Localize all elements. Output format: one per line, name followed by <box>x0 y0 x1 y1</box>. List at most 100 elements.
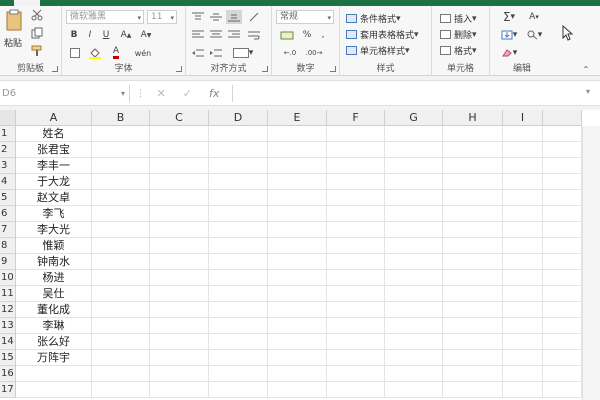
cell-f3[interactable] <box>327 158 385 174</box>
cell-h6[interactable] <box>443 206 503 222</box>
cell-i4[interactable] <box>503 174 543 190</box>
column-header-c[interactable]: C <box>150 110 209 126</box>
cell-a6[interactable]: 李飞 <box>16 206 92 222</box>
cell-c7[interactable] <box>150 222 209 238</box>
cell-d1[interactable] <box>209 126 268 142</box>
cell-d10[interactable] <box>209 270 268 286</box>
cell-g4[interactable] <box>385 174 443 190</box>
cell-e14[interactable] <box>268 334 327 350</box>
cell-i10[interactable] <box>503 270 543 286</box>
cell-h13[interactable] <box>443 318 503 334</box>
cell-i1[interactable] <box>503 126 543 142</box>
cancel-icon[interactable]: ✕ <box>157 87 166 100</box>
cell-g2[interactable] <box>385 142 443 158</box>
cell-f9[interactable] <box>327 254 385 270</box>
decrease-indent-icon[interactable] <box>190 46 206 60</box>
sort-filter-icon[interactable]: A ▾ <box>522 10 546 24</box>
cell-d15[interactable] <box>209 350 268 366</box>
cell-f8[interactable] <box>327 238 385 254</box>
cell-b2[interactable] <box>92 142 150 158</box>
cell-e3[interactable] <box>268 158 327 174</box>
row-header[interactable]: 15 <box>0 350 16 366</box>
number-launcher-icon[interactable] <box>330 66 336 72</box>
cell-h17[interactable] <box>443 382 503 398</box>
cell-h2[interactable] <box>443 142 503 158</box>
cell-d3[interactable] <box>209 158 268 174</box>
row-header[interactable]: 6 <box>0 206 16 222</box>
cell-i7[interactable] <box>503 222 543 238</box>
cell-g1[interactable] <box>385 126 443 142</box>
cell-a2[interactable]: 张君宝 <box>16 142 92 158</box>
delete-button[interactable]: 删除 ▾ <box>440 28 477 41</box>
format-button[interactable]: 格式 ▾ <box>440 44 477 57</box>
cell-i12[interactable] <box>503 302 543 318</box>
wrap-text-icon[interactable] <box>246 28 262 42</box>
cell-i15[interactable] <box>503 350 543 366</box>
cell-b5[interactable] <box>92 190 150 206</box>
row-header[interactable]: 8 <box>0 238 16 254</box>
cell-e7[interactable] <box>268 222 327 238</box>
number-format-select[interactable]: 常规 ▾ <box>276 10 334 24</box>
cell-d9[interactable] <box>209 254 268 270</box>
cell-e4[interactable] <box>268 174 327 190</box>
format-as-table-button[interactable]: 套用表格格式 ▾ <box>346 28 419 41</box>
align-right-icon[interactable] <box>226 28 242 42</box>
cell-a13[interactable]: 李琳 <box>16 318 92 334</box>
paste-label[interactable]: 粘贴 <box>4 36 22 49</box>
fill-icon[interactable]: ▾ <box>498 28 520 42</box>
cell-e6[interactable] <box>268 206 327 222</box>
cell-c14[interactable] <box>150 334 209 350</box>
confirm-icon[interactable]: ✓ <box>183 87 192 100</box>
column-header-e[interactable]: E <box>268 110 327 126</box>
insert-button[interactable]: 插入 ▾ <box>440 12 477 25</box>
cell-h1[interactable] <box>443 126 503 142</box>
cell-g15[interactable] <box>385 350 443 366</box>
cell-h7[interactable] <box>443 222 503 238</box>
cell-g17[interactable] <box>385 382 443 398</box>
paste-button[interactable] <box>4 8 24 32</box>
decrease-decimal-icon[interactable]: .00→ <box>304 46 324 60</box>
cell-f15[interactable] <box>327 350 385 366</box>
cell-h14[interactable] <box>443 334 503 350</box>
cell-f16[interactable] <box>327 366 385 382</box>
cell-a16[interactable] <box>16 366 92 382</box>
cell-i16[interactable] <box>503 366 543 382</box>
cell-h9[interactable] <box>443 254 503 270</box>
cell-d11[interactable] <box>209 286 268 302</box>
cell-e5[interactable] <box>268 190 327 206</box>
orientation-icon[interactable] <box>246 10 262 24</box>
cell-e13[interactable] <box>268 318 327 334</box>
column-header-i[interactable]: I <box>503 110 543 126</box>
row-header[interactable]: 10 <box>0 270 16 286</box>
cell-e8[interactable] <box>268 238 327 254</box>
cell-b15[interactable] <box>92 350 150 366</box>
cell-d16[interactable] <box>209 366 268 382</box>
font-launcher-icon[interactable] <box>176 66 182 72</box>
cell-g12[interactable] <box>385 302 443 318</box>
cell-c10[interactable] <box>150 270 209 286</box>
cell-c3[interactable] <box>150 158 209 174</box>
cell-f2[interactable] <box>327 142 385 158</box>
cell-h4[interactable] <box>443 174 503 190</box>
name-box[interactable]: D6 ▾ <box>0 85 130 102</box>
cell-f17[interactable] <box>327 382 385 398</box>
cell-d13[interactable] <box>209 318 268 334</box>
merge-center-icon[interactable]: ▾ <box>228 46 258 60</box>
cell-e1[interactable] <box>268 126 327 142</box>
cell-b10[interactable] <box>92 270 150 286</box>
underline-button[interactable]: U <box>100 28 112 42</box>
phonetic-button[interactable]: wén <box>132 46 154 60</box>
cell-f10[interactable] <box>327 270 385 286</box>
cell-c1[interactable] <box>150 126 209 142</box>
formula-input[interactable]: ▾ <box>232 85 594 102</box>
cell-c12[interactable] <box>150 302 209 318</box>
cell-d8[interactable] <box>209 238 268 254</box>
font-grow-icon[interactable]: A ▲ <box>120 28 132 42</box>
cell-a10[interactable]: 杨进 <box>16 270 92 286</box>
currency-icon[interactable] <box>278 28 296 42</box>
cell-d4[interactable] <box>209 174 268 190</box>
cell-a15[interactable]: 万阵宇 <box>16 350 92 366</box>
align-left-icon[interactable] <box>190 28 206 42</box>
cell-c8[interactable] <box>150 238 209 254</box>
cell-d12[interactable] <box>209 302 268 318</box>
